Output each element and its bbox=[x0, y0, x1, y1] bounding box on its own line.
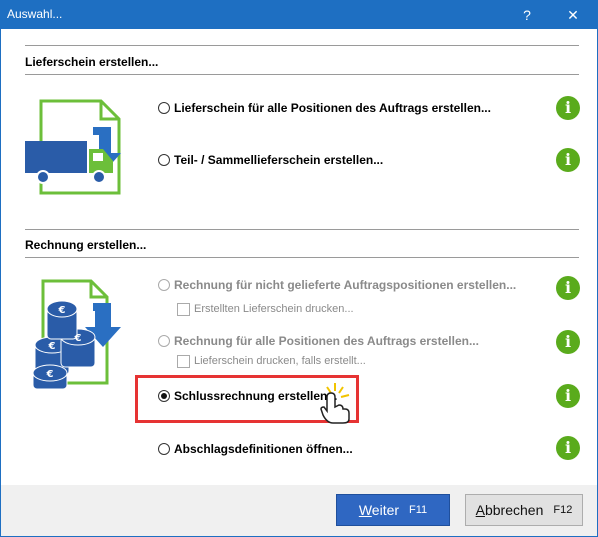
info-icon[interactable]: i bbox=[556, 148, 580, 172]
radio-button[interactable] bbox=[158, 443, 170, 455]
option-label: Teil- / Sammellieferschein erstellen... bbox=[174, 153, 384, 167]
separator bbox=[25, 257, 579, 258]
help-button[interactable]: ? bbox=[507, 1, 547, 29]
separator bbox=[25, 45, 579, 46]
svg-text:€: € bbox=[74, 333, 82, 344]
info-icon[interactable]: i bbox=[556, 330, 580, 354]
abbrechen-button[interactable]: Abbrechen F12 bbox=[465, 494, 583, 526]
weiter-button[interactable]: Weiter F11 bbox=[336, 494, 450, 526]
option-lieferschein-alle[interactable]: Lieferschein für alle Positionen des Auf… bbox=[158, 100, 491, 116]
checkbox-lieferschein-drucken-falls[interactable]: Lieferschein drucken, falls erstellt... bbox=[177, 354, 366, 368]
option-label: Abschlagsdefinitionen öffnen... bbox=[174, 442, 353, 456]
dialog-window: Auswahl... ? ✕ Lieferschein erstellen...… bbox=[0, 0, 598, 537]
weiter-label: Weiter bbox=[358, 502, 400, 518]
abbrechen-label: Abbrechen bbox=[475, 502, 544, 518]
radio-button[interactable] bbox=[158, 154, 170, 166]
weiter-shortcut: F11 bbox=[409, 504, 428, 516]
separator bbox=[25, 229, 579, 230]
info-icon[interactable]: i bbox=[556, 276, 580, 300]
option-label: Lieferschein für alle Positionen des Auf… bbox=[174, 101, 491, 115]
checkbox-lieferschein-drucken[interactable]: Erstellten Lieferschein drucken... bbox=[177, 302, 354, 316]
info-icon[interactable]: i bbox=[556, 96, 580, 120]
checkbox-label: Erstellten Lieferschein drucken... bbox=[194, 303, 354, 315]
checkbox[interactable] bbox=[177, 354, 190, 368]
option-rechnung-nicht-geliefert[interactable]: Rechnung für nicht gelieferte Auftragspo… bbox=[158, 277, 516, 293]
info-icon[interactable]: i bbox=[556, 436, 580, 460]
radio-button-selected[interactable] bbox=[158, 390, 170, 402]
checkbox[interactable] bbox=[177, 302, 190, 316]
radio-button[interactable] bbox=[158, 279, 170, 291]
svg-text:€: € bbox=[48, 341, 56, 352]
delivery-truck-icon bbox=[25, 99, 121, 195]
info-icon[interactable]: i bbox=[556, 384, 580, 408]
separator bbox=[25, 74, 579, 75]
window-title: Auswahl... bbox=[7, 7, 63, 21]
dialog-content: Lieferschein erstellen... Lieferschein f… bbox=[1, 29, 597, 485]
svg-text:€: € bbox=[46, 369, 54, 380]
dialog-footer: Weiter F11 Abbrechen F12 bbox=[1, 485, 597, 536]
euro-coins-invoice-icon: € € € € bbox=[32, 279, 121, 390]
option-schlussrechnung[interactable]: Schlussrechnung erstellen... bbox=[158, 388, 337, 404]
close-button[interactable]: ✕ bbox=[553, 1, 593, 29]
option-label: Rechnung für alle Positionen des Auftrag… bbox=[174, 334, 479, 348]
option-abschlagsdefinitionen[interactable]: Abschlagsdefinitionen öffnen... bbox=[158, 441, 353, 457]
svg-text:€: € bbox=[58, 305, 66, 316]
radio-button[interactable] bbox=[158, 102, 170, 114]
section-title-lieferschein: Lieferschein erstellen... bbox=[25, 55, 159, 69]
option-label: Rechnung für nicht gelieferte Auftragspo… bbox=[174, 278, 517, 292]
option-teil-lieferschein[interactable]: Teil- / Sammellieferschein erstellen... bbox=[158, 152, 383, 168]
click-hand-cursor-icon bbox=[320, 383, 350, 424]
radio-button[interactable] bbox=[158, 335, 170, 347]
abbrechen-shortcut: F12 bbox=[553, 504, 573, 516]
title-bar: Auswahl... ? ✕ bbox=[1, 1, 597, 29]
checkbox-label: Lieferschein drucken, falls erstellt... bbox=[194, 355, 366, 367]
section-title-rechnung: Rechnung erstellen... bbox=[25, 238, 147, 252]
option-rechnung-alle[interactable]: Rechnung für alle Positionen des Auftrag… bbox=[158, 333, 479, 349]
